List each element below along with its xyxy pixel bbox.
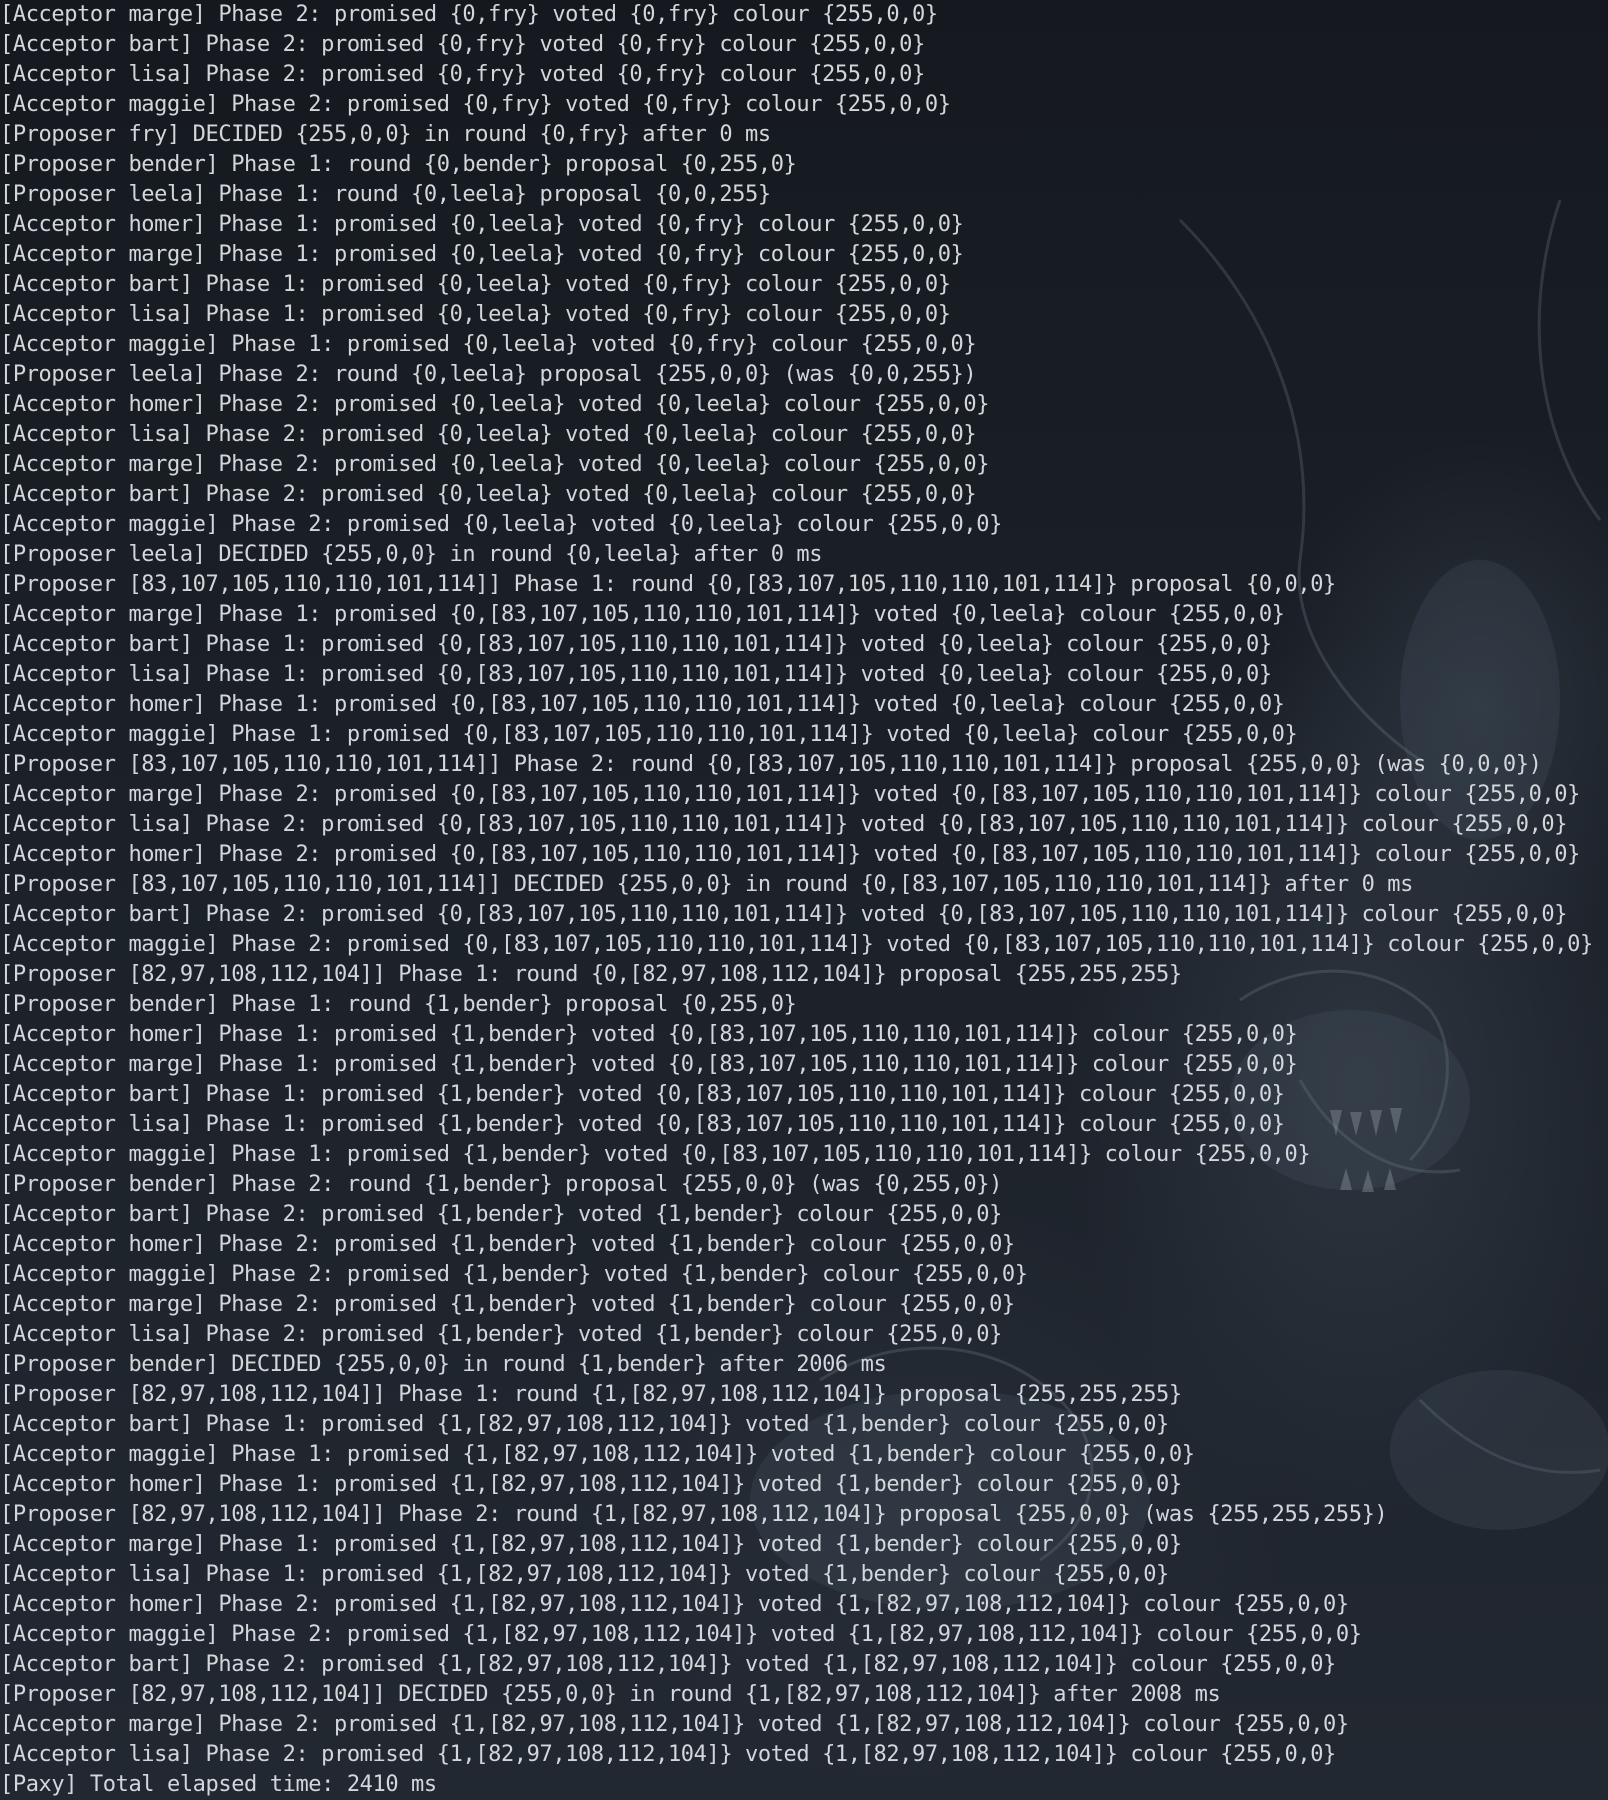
log-line: [Acceptor lisa] Phase 1: promised {1,ben… — [0, 1112, 1285, 1137]
log-line: [Acceptor lisa] Phase 2: promised {1,ben… — [0, 1322, 1002, 1347]
log-line: [Acceptor bart] Phase 1: promised {1,ben… — [0, 1082, 1285, 1107]
log-line: [Proposer [82,97,108,112,104]] DECIDED {… — [0, 1682, 1221, 1707]
log-line: [Proposer fry] DECIDED {255,0,0} in roun… — [0, 122, 771, 147]
log-line: [Acceptor maggie] Phase 2: promised {1,[… — [0, 1622, 1362, 1647]
log-line: [Acceptor lisa] Phase 2: promised {0,fry… — [0, 62, 925, 87]
log-line: [Acceptor homer] Phase 2: promised {1,[8… — [0, 1592, 1349, 1617]
log-line: [Acceptor homer] Phase 1: promised {1,[8… — [0, 1472, 1182, 1497]
terminal-output: [Acceptor marge] Phase 2: promised {0,fr… — [0, 0, 1608, 1800]
log-line: [Proposer leela] Phase 1: round {0,leela… — [0, 182, 771, 207]
log-line: [Acceptor bart] Phase 1: promised {0,[83… — [0, 632, 1272, 657]
log-line: [Acceptor bart] Phase 1: promised {0,lee… — [0, 272, 951, 297]
log-line: [Proposer [83,107,105,110,110,101,114]] … — [0, 752, 1542, 777]
log-line: [Proposer [83,107,105,110,110,101,114]] … — [0, 572, 1336, 597]
log-line: [Acceptor lisa] Phase 2: promised {0,[83… — [0, 812, 1568, 837]
log-line: [Acceptor maggie] Phase 2: promised {0,f… — [0, 92, 951, 117]
log-line: [Acceptor maggie] Phase 2: promised {0,l… — [0, 512, 1002, 537]
log-line: [Acceptor marge] Phase 2: promised {0,fr… — [0, 2, 938, 27]
log-line: [Acceptor homer] Phase 2: promised {1,be… — [0, 1232, 1015, 1257]
log-line: [Acceptor marge] Phase 1: promised {1,be… — [0, 1052, 1298, 1077]
log-line: [Acceptor bart] Phase 2: promised {0,[83… — [0, 902, 1568, 927]
log-line: [Proposer leela] Phase 2: round {0,leela… — [0, 362, 977, 387]
log-line: [Acceptor homer] Phase 1: promised {0,[8… — [0, 692, 1285, 717]
log-line: [Proposer bender] DECIDED {255,0,0} in r… — [0, 1352, 887, 1377]
log-line: [Acceptor bart] Phase 2: promised {1,[82… — [0, 1652, 1336, 1677]
log-line: [Acceptor marge] Phase 2: promised {1,[8… — [0, 1712, 1349, 1737]
log-line: [Acceptor maggie] Phase 1: promised {0,[… — [0, 722, 1298, 747]
log-line: [Acceptor marge] Phase 1: promised {0,[8… — [0, 602, 1285, 627]
log-line: [Acceptor maggie] Phase 1: promised {1,[… — [0, 1442, 1195, 1467]
log-line: [Acceptor bart] Phase 2: promised {1,ben… — [0, 1202, 1002, 1227]
log-line: [Proposer [82,97,108,112,104]] Phase 1: … — [0, 962, 1182, 987]
log-line: [Proposer [82,97,108,112,104]] Phase 2: … — [0, 1502, 1388, 1527]
log-line: [Acceptor lisa] Phase 2: promised {0,lee… — [0, 422, 977, 447]
log-line: [Proposer leela] DECIDED {255,0,0} in ro… — [0, 542, 823, 567]
log-line: [Acceptor bart] Phase 2: promised {0,lee… — [0, 482, 977, 507]
log-line: [Acceptor marge] Phase 1: promised {1,[8… — [0, 1532, 1182, 1557]
log-line: [Acceptor marge] Phase 2: promised {1,be… — [0, 1292, 1015, 1317]
log-line: [Acceptor homer] Phase 2: promised {0,[8… — [0, 842, 1580, 867]
log-line: [Acceptor marge] Phase 1: promised {0,le… — [0, 242, 964, 267]
log-line: [Acceptor homer] Phase 1: promised {0,le… — [0, 212, 964, 237]
log-line: [Proposer [83,107,105,110,110,101,114]] … — [0, 872, 1413, 897]
log-line: [Acceptor maggie] Phase 1: promised {0,l… — [0, 332, 977, 357]
log-line: [Acceptor marge] Phase 2: promised {0,le… — [0, 452, 990, 477]
log-line: [Proposer bender] Phase 1: round {1,bend… — [0, 992, 797, 1017]
log-line: [Acceptor lisa] Phase 1: promised {0,lee… — [0, 302, 951, 327]
terminal-window[interactable]: [Acceptor marge] Phase 2: promised {0,fr… — [0, 0, 1608, 1800]
log-line: [Acceptor homer] Phase 2: promised {0,le… — [0, 392, 990, 417]
log-line: [Acceptor maggie] Phase 2: promised {0,[… — [0, 932, 1593, 957]
log-line: [Acceptor homer] Phase 1: promised {1,be… — [0, 1022, 1298, 1047]
log-line: [Paxy] Total elapsed time: 2410 ms — [0, 1772, 437, 1797]
log-line: [Acceptor lisa] Phase 1: promised {1,[82… — [0, 1562, 1169, 1587]
log-line: [Proposer [82,97,108,112,104]] Phase 1: … — [0, 1382, 1182, 1407]
log-line: [Acceptor maggie] Phase 1: promised {1,b… — [0, 1142, 1311, 1167]
log-line: [Acceptor marge] Phase 2: promised {0,[8… — [0, 782, 1580, 807]
log-line: [Acceptor bart] Phase 1: promised {1,[82… — [0, 1412, 1169, 1437]
log-line: [Acceptor bart] Phase 2: promised {0,fry… — [0, 32, 925, 57]
log-line: [Acceptor lisa] Phase 2: promised {1,[82… — [0, 1742, 1336, 1767]
log-line: [Proposer bender] Phase 1: round {0,bend… — [0, 152, 797, 177]
log-line: [Acceptor maggie] Phase 2: promised {1,b… — [0, 1262, 1028, 1287]
log-line: [Acceptor lisa] Phase 1: promised {0,[83… — [0, 662, 1272, 687]
log-line: [Proposer bender] Phase 2: round {1,bend… — [0, 1172, 1002, 1197]
